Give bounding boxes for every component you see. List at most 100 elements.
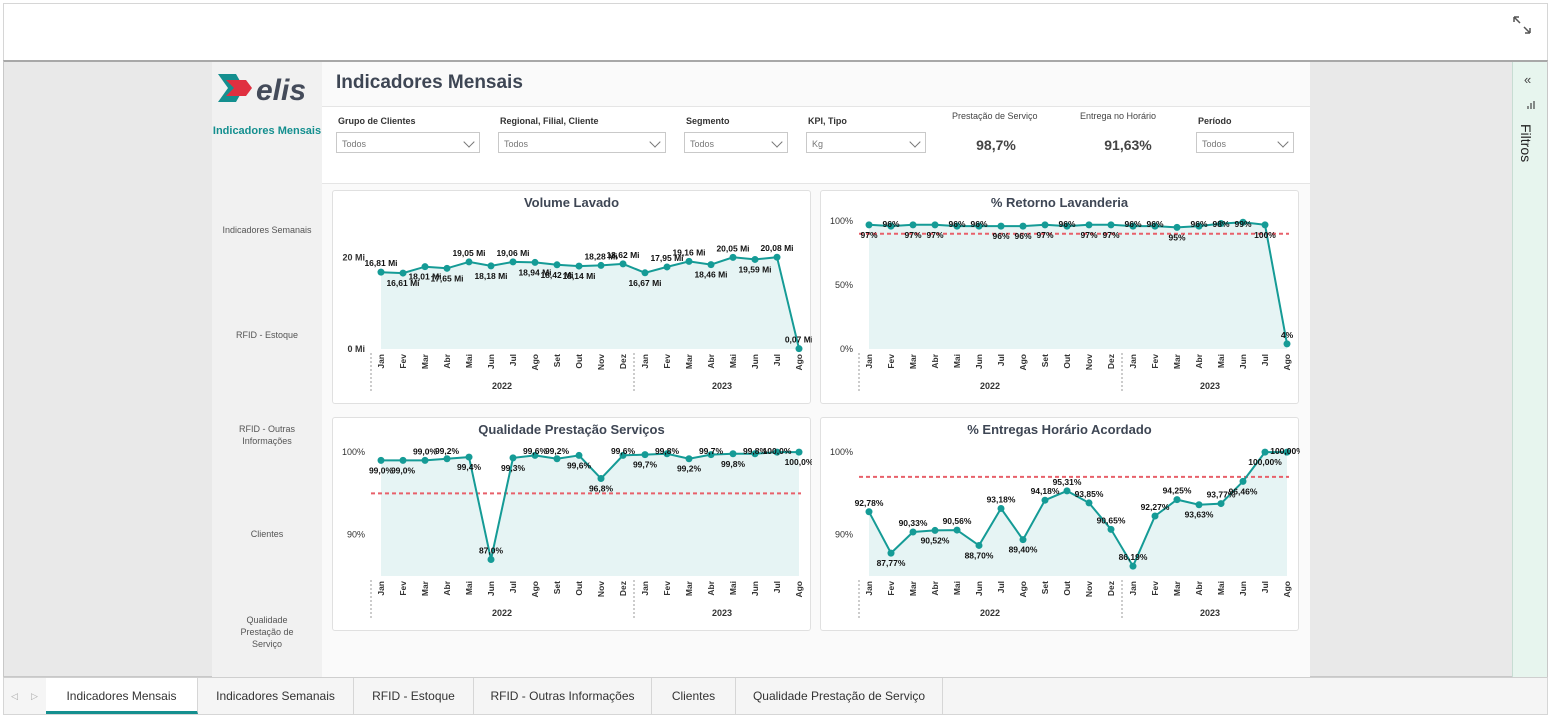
data-point [575,451,583,459]
chart-svg: 100%90%99,0%99,0%99,0%99,2%99,4%87,0%99,… [342,446,812,618]
chart-qualidade-prestacao: Qualidade Prestação Serviços 100% 90% 99,0… [332,417,812,631]
collapse-filters-button[interactable]: « [1524,72,1531,87]
tab-rfid-outras[interactable]: RFID - Outras Informações [474,678,652,714]
chart-svg: 100% 50% 0% 97% 96% 97% 97% 96% 96% 96% 96% 97% 96% 9… [830,216,1294,391]
data-label: 92,27% [1141,502,1170,512]
nav-item-qualidade[interactable]: Qualidade Prestação de Serviço [212,614,322,650]
data-label: 100,0% [785,457,812,467]
x-tick-label: Nov [1084,354,1094,370]
tab-scroll-left-icon[interactable]: ◁ [11,691,18,702]
filter-select-kpi[interactable]: Kg [806,132,926,153]
x-tick-label: Mar [908,580,918,596]
data-label: 100,0% [763,446,792,456]
data-point [1085,221,1093,229]
data-label: 93,63% [1185,510,1214,520]
nav-item-indicadores-semanais[interactable]: Indicadores Semanais [212,224,322,236]
data-point [729,253,737,261]
data-label: 96% [1146,219,1163,229]
data-label: 100% [1254,230,1276,240]
x-tick-label: Jun [486,354,496,369]
x-tick-label: Out [1062,581,1072,596]
chevron-down-icon [771,136,783,148]
nav-item-rfid-estoque[interactable]: RFID - Estoque [212,329,322,341]
x-tick-label: Abr [930,580,940,595]
data-point [1173,496,1181,504]
x-tick-label: Set [552,581,562,594]
x-tick-label: Jan [1128,581,1138,596]
filter-value-periodo: Todos [1202,139,1227,149]
filters-pane-label[interactable]: Filtros [1518,124,1534,162]
data-point [1283,340,1291,348]
x-tick-label: Ago [1282,581,1292,598]
x-tick-label: Dez [618,581,628,596]
data-label: 94,18% [1031,486,1060,496]
data-label: 17,65 Mi [430,273,463,283]
data-point [553,261,561,269]
x-tick-label: Fev [662,581,672,596]
expand-icon[interactable] [1511,14,1533,36]
filter-label-segmento: Segmento [686,116,730,126]
data-label: 99,2% [435,446,460,456]
data-label: 95% [1168,232,1185,242]
nav-item-rfid-outras[interactable]: RFID - Outras Informações [212,423,322,447]
area-fill [869,452,1287,576]
data-point [931,526,939,534]
tab-indicadores-semanais[interactable]: Indicadores Semanais [198,678,354,714]
filter-select-grupo[interactable]: Todos [336,132,480,153]
x-tick-label: Jun [974,354,984,369]
main-area: Indicadores Mensais Grupo de Clientes To… [322,62,1310,677]
nav-item-clientes[interactable]: Clientes [212,528,322,540]
svg-text:elis: elis [256,74,306,107]
left-navigation: elis Indicadores Mensais Indicadores Sem… [212,62,322,677]
filter-select-regional[interactable]: Todos [498,132,666,153]
filter-value-regional: Todos [504,139,529,149]
filter-value-segmento: Todos [690,139,715,149]
data-point [443,455,451,463]
filter-label-regional: Regional, Filial, Cliente [500,116,599,126]
data-point [865,221,873,229]
data-label: 99,0% [391,465,416,475]
data-label: 97% [904,230,921,240]
x-tick-label: Fev [1150,581,1160,596]
filter-label-kpi: KPI, Tipo [808,116,847,126]
data-label: 99,2% [677,464,702,474]
tab-qualidade[interactable]: Qualidade Prestação de Serviço [736,678,943,714]
area-fill [869,222,1287,349]
x-tick-label: Fev [398,581,408,596]
data-label: 89,40% [1009,545,1038,555]
y-tick-label: 50% [835,280,853,290]
data-point [377,456,385,464]
x-tick-label: Mar [684,580,694,596]
data-label: 99,3% [501,463,526,473]
data-label: 86,19% [1119,552,1148,562]
data-point [1041,221,1049,229]
tab-scroll-right-icon[interactable]: ▷ [31,691,38,702]
data-point [997,222,1005,230]
data-point [795,345,803,353]
data-label: 97% [1036,230,1053,240]
data-label: 99,6% [567,460,592,470]
x-tick-label: Set [1040,581,1050,594]
tab-clientes[interactable]: Clientes [652,678,736,714]
x-tick-label: Jun [1238,581,1248,596]
x-tick-label: Abr [706,353,716,368]
data-label: 99,8% [721,459,746,469]
data-label: 96% [948,219,965,229]
filter-select-periodo[interactable]: Todos [1196,132,1294,153]
year-label: 2023 [1200,608,1220,618]
chevron-down-icon [1277,136,1289,148]
filter-select-segmento[interactable]: Todos [684,132,788,153]
y-tick-label: 90% [347,530,365,540]
x-tick-label: Ago [530,581,540,598]
data-label: 87,77% [877,558,906,568]
data-label: 88,70% [965,550,994,560]
data-label: 19,06 Mi [496,248,529,258]
tab-indicadores-mensais[interactable]: Indicadores Mensais [46,678,198,714]
filter-icon[interactable] [1526,100,1536,110]
report-frame: elis Indicadores Mensais Indicadores Sem… [3,60,1548,677]
nav-item-indicadores-mensais[interactable]: Indicadores Mensais [212,124,322,138]
data-label: 18,46 Mi [694,270,727,280]
data-point [975,541,983,549]
tab-rfid-estoque[interactable]: RFID - Estoque [354,678,474,714]
data-label: 19,05 Mi [452,248,485,258]
